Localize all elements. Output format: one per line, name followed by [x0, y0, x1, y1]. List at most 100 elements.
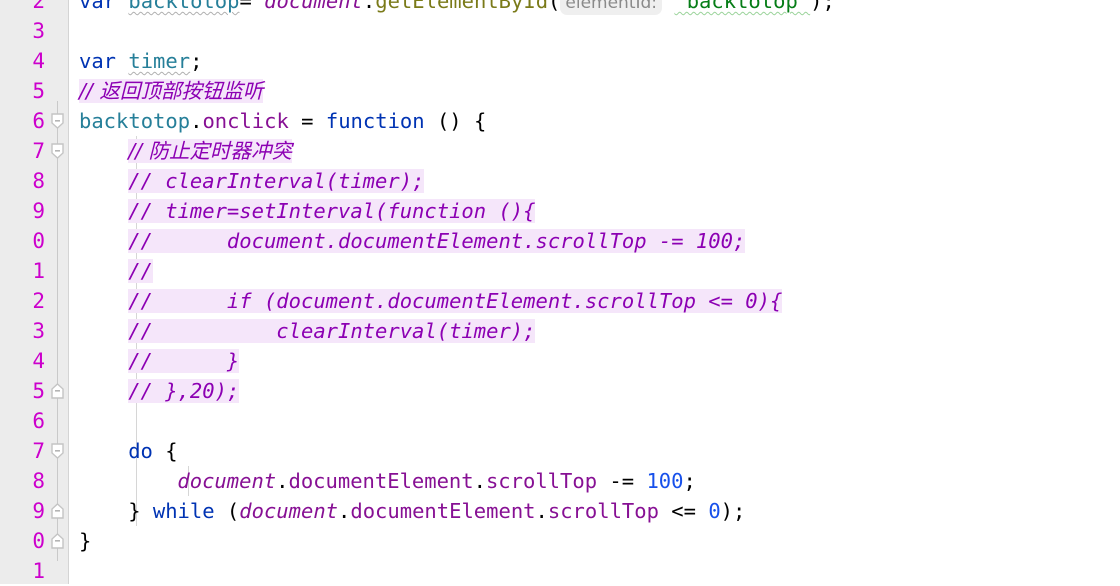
- code-token: }: [79, 529, 92, 553]
- comment-token: // clearInterval(timer);: [128, 319, 536, 343]
- line-number: 0: [32, 529, 45, 553]
- comment-token: // clearInterval(timer);: [128, 169, 425, 193]
- line-comment-cn-2[interactable]: // 防止定时器冲突: [128, 136, 293, 166]
- line-number: 3: [32, 19, 45, 43]
- code-token: backtotop: [79, 109, 191, 133]
- line-number: 1: [32, 259, 45, 283]
- line-number: 9: [32, 199, 45, 223]
- code-token: do: [128, 439, 153, 463]
- code-token: .: [338, 499, 351, 523]
- code-token: onclick: [202, 109, 289, 133]
- line-function-close[interactable]: }: [79, 526, 91, 556]
- code-token: backtotop: [128, 0, 240, 13]
- comment-token: //: [128, 259, 153, 283]
- comment-token: // 返回顶部按钮监听: [79, 79, 264, 103]
- comment-token: // 防止定时器冲突: [128, 139, 293, 163]
- line-number: 9: [32, 499, 45, 523]
- code-token: <=: [658, 499, 709, 523]
- fold-region-line: [57, 101, 58, 561]
- code-token: (: [548, 0, 561, 13]
- code-token: document: [264, 0, 363, 13]
- editor-gutter[interactable]: 2 3 4 5 6 7 8 9 0 1 2 3 4 5 6 7 8 9 0 1: [0, 0, 69, 584]
- fold-marker-collapse[interactable]: [51, 143, 64, 159]
- fold-marker-collapse[interactable]: [51, 533, 64, 549]
- line-comment-empty[interactable]: //: [128, 256, 153, 286]
- code-token: timer: [128, 49, 191, 73]
- code-token: document: [177, 469, 277, 493]
- line-comment-cn[interactable]: // 返回顶部按钮监听: [79, 76, 264, 106]
- line-number: 1: [32, 559, 45, 583]
- code-token: .: [190, 109, 203, 133]
- code-token: }: [128, 499, 153, 523]
- line-number: 2: [32, 289, 45, 313]
- line-onclick-assign[interactable]: backtotop.onclick = function () {: [79, 106, 486, 136]
- code-token: 'backtotop': [674, 0, 811, 13]
- line-comment-setinterval[interactable]: // timer=setInterval(function (){: [128, 196, 536, 226]
- code-token: .: [535, 499, 548, 523]
- code-token: while: [152, 499, 215, 523]
- code-token: =: [288, 109, 326, 133]
- inlay-hint: elementId:: [560, 0, 663, 15]
- code-token: scrollTop: [547, 499, 659, 523]
- line-scrolltop-decrement[interactable]: document.documentElement.scrollTop -= 10…: [177, 466, 695, 496]
- line-number: 8: [32, 169, 45, 193]
- code-token: .: [276, 469, 289, 493]
- code-token: function: [325, 109, 425, 133]
- line-var-timer[interactable]: var timer;: [79, 46, 202, 76]
- line-number: 5: [32, 79, 45, 103]
- comment-token: // document.documentElement.scrollTop -=…: [128, 229, 746, 253]
- comment-token: // },20);: [128, 379, 240, 403]
- code-token: documentElement: [288, 469, 474, 493]
- line-number: 2: [32, 0, 45, 13]
- code-token: var: [79, 49, 117, 73]
- comment-token: // timer=setInterval(function (){: [128, 199, 536, 223]
- fold-marker-collapse[interactable]: [51, 113, 64, 129]
- line-number: 7: [32, 439, 45, 463]
- code-token: var: [79, 0, 117, 13]
- code-token: 0: [708, 499, 721, 523]
- code-content-area[interactable]: var backtotop= document.getElementById(e…: [69, 0, 1120, 584]
- code-token: {: [152, 439, 178, 463]
- code-token: documentElement: [350, 499, 536, 523]
- code-token: =: [239, 0, 265, 13]
- code-token: document: [239, 499, 339, 523]
- line-number: 0: [32, 229, 45, 253]
- code-token: (: [214, 499, 240, 523]
- line-comment-end-setinterval[interactable]: // },20);: [128, 376, 240, 406]
- code-token: () {: [424, 109, 487, 133]
- code-token: );: [810, 0, 835, 13]
- fold-marker-collapse[interactable]: [51, 383, 64, 399]
- fold-marker-collapse[interactable]: [51, 503, 64, 519]
- code-token: ;: [683, 469, 696, 493]
- line-number: 6: [32, 409, 45, 433]
- code-token: getElementById: [375, 0, 549, 13]
- code-token: 100: [646, 469, 684, 493]
- code-token: .: [362, 0, 376, 13]
- code-token: scrollTop: [485, 469, 598, 493]
- line-do-open[interactable]: do {: [128, 436, 177, 466]
- line-comment-if[interactable]: // if (document.documentElement.scrollTo…: [128, 286, 783, 316]
- comment-token: // if (document.documentElement.scrollTo…: [128, 289, 783, 313]
- line-comment-closebrace[interactable]: // }: [128, 346, 240, 376]
- line-number: 5: [32, 379, 45, 403]
- line-number: 7: [32, 139, 45, 163]
- line-number: 8: [32, 469, 45, 493]
- line-number: 3: [32, 319, 45, 343]
- code-token: -=: [597, 469, 647, 493]
- line-comment-scrolltop-minus[interactable]: // document.documentElement.scrollTop -=…: [128, 226, 746, 256]
- line-var-backtotop[interactable]: var backtotop= document.getElementById(e…: [79, 0, 835, 16]
- code-token: ;: [190, 49, 203, 73]
- code-token: );: [720, 499, 746, 523]
- comment-token: // }: [128, 349, 240, 373]
- line-number: 6: [32, 109, 45, 133]
- line-number: 4: [32, 349, 45, 373]
- fold-marker-collapse[interactable]: [51, 443, 64, 459]
- code-token: .: [473, 469, 486, 493]
- code-editor[interactable]: 23456789012345678901 var backtotop= docu…: [0, 0, 1120, 584]
- line-while-condition[interactable]: } while (document.documentElement.scroll…: [128, 496, 745, 526]
- line-comment-clearinterval[interactable]: // clearInterval(timer);: [128, 166, 425, 196]
- line-comment-clearinterval-2[interactable]: // clearInterval(timer);: [128, 316, 536, 346]
